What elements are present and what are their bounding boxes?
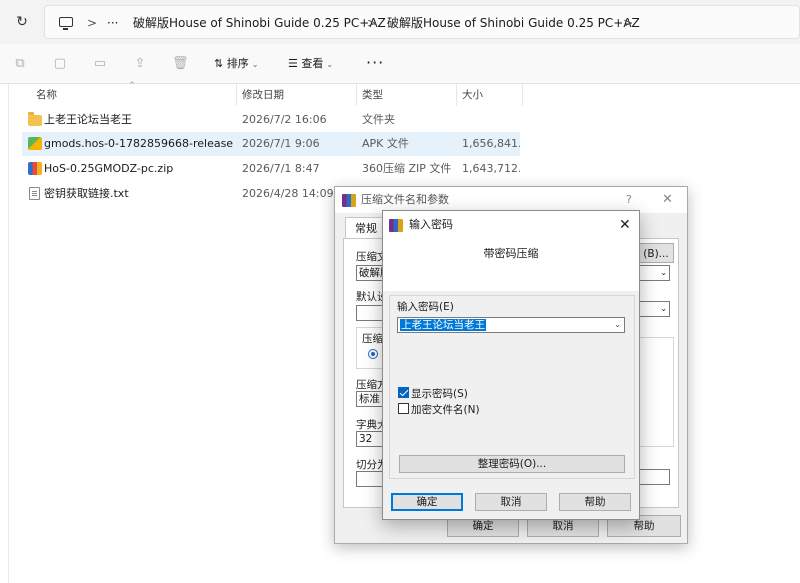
rename-icon[interactable]: ▭ [92, 56, 108, 72]
winrar-icon [389, 219, 403, 232]
file-row-selected[interactable]: gmods.hos-0-1782859668-release.apk 2026/… [22, 132, 520, 156]
file-size: 1,656,841... [462, 137, 520, 150]
column-separator[interactable] [236, 84, 237, 106]
chevron-down-icon: ⌄ [660, 304, 667, 313]
file-type: APK 文件 [362, 137, 409, 150]
format-radio[interactable] [368, 349, 378, 359]
file-row[interactable]: HoS-0.25GMODZ-pc.zip 2026/7/1 8:47 360压缩… [22, 157, 520, 181]
file-date: 2026/7/2 16:06 [242, 113, 327, 126]
file-size [462, 108, 520, 132]
encrypt-file-names-label[interactable]: 加密文件名(N) [411, 402, 480, 417]
update-mode-select[interactable]: ⌄ [638, 265, 670, 281]
chevron-down-icon: ⌄ [251, 60, 259, 69]
show-password-checkbox[interactable] [398, 387, 409, 398]
refresh-icon[interactable]: ↻ [14, 14, 30, 30]
navigation-pane-edge [8, 84, 9, 583]
password-dialog: 输入密码 ✕ 带密码压缩 输入密码(E) 上老王论坛当老王 ⌄ 显示密码(S) … [382, 210, 640, 520]
organize-passwords-button[interactable]: 整理密码(O)... [399, 455, 625, 473]
breadcrumb-separator: > [87, 16, 98, 30]
dialog-title-bar[interactable]: 输入密码 ✕ [383, 211, 639, 239]
options-select[interactable]: ⌄ [638, 301, 670, 317]
close-icon[interactable]: ✕ [662, 187, 673, 213]
file-type: 360压缩 ZIP 文件 [362, 162, 452, 175]
breadcrumb-overflow[interactable]: ··· [107, 6, 118, 40]
dialog-subtitle: 带密码压缩 [383, 239, 639, 291]
text-file-icon [29, 187, 40, 200]
file-name: gmods.hos-0-1782859668-release.apk [44, 137, 234, 150]
file-date: 2026/7/1 8:47 [242, 162, 320, 175]
chevron-down-icon: ⌄ [326, 60, 334, 69]
column-separator[interactable] [456, 84, 457, 106]
sort-ascending-icon: ^ [129, 81, 135, 89]
apk-icon [28, 137, 42, 150]
browse-button[interactable]: (B)... [638, 243, 674, 263]
password-ok-button[interactable]: 确定 [391, 493, 463, 511]
file-type: 文件夹 [362, 113, 395, 126]
view-icon: ☰ [288, 57, 302, 70]
file-row[interactable]: 上老王论坛当老王 2026/7/2 16:06 文件夹 [22, 108, 520, 132]
column-header-type[interactable]: 类型 [362, 84, 383, 106]
zip-icon [28, 162, 42, 175]
sort-button[interactable]: ⇅ 排序 ⌄ [214, 55, 258, 73]
file-name: HoS-0.25GMODZ-pc.zip [44, 162, 174, 175]
file-date: 2026/7/1 9:06 [242, 137, 320, 150]
password-cancel-button[interactable]: 取消 [475, 493, 547, 511]
more-options-button[interactable]: ··· [366, 53, 384, 72]
close-icon[interactable]: ✕ [619, 211, 631, 239]
folder-icon [28, 112, 42, 126]
column-separator[interactable] [522, 84, 523, 106]
sort-label: 排序 [226, 57, 249, 70]
file-date: 2026/4/28 14:09 [242, 187, 334, 200]
view-label: 查看 [301, 57, 324, 70]
share-icon[interactable]: ⇪ [132, 56, 148, 72]
winrar-icon [342, 194, 356, 207]
computer-icon[interactable] [59, 17, 73, 30]
options-group [638, 337, 674, 447]
breadcrumb-item-2[interactable]: 破解版House of Shinobi Guide 0.25 PC+AZ [387, 6, 640, 40]
delete-icon[interactable]: 🗑 [172, 56, 189, 72]
file-name: 上老王论坛当老王 [44, 113, 132, 126]
command-bar: ⧉ ▢ ▭ ⇪ 🗑 ⇅ 排序 ⌄ ☰ 查看 ⌄ ··· [0, 44, 800, 84]
chevron-down-icon: ⌄ [660, 268, 667, 277]
column-header-date[interactable]: 修改日期 [242, 84, 284, 106]
column-header-name[interactable]: 名称 [36, 84, 57, 106]
breadcrumb-item-1[interactable]: 破解版House of Shinobi Guide 0.25 PC+AZ [133, 6, 386, 40]
view-button[interactable]: ☰ 查看 ⌄ [288, 55, 333, 73]
sort-icon: ⇅ [214, 57, 227, 70]
column-separator[interactable] [356, 84, 357, 106]
password-label: 输入密码(E) [397, 301, 454, 313]
tab-general[interactable]: 常规 [345, 217, 387, 239]
password-help-button[interactable]: 帮助 [559, 493, 631, 511]
show-password-label[interactable]: 显示密码(S) [411, 386, 468, 401]
address-bar-area: ↻ > ··· 破解版House of Shinobi Guide 0.25 P… [0, 0, 800, 44]
command-field[interactable] [638, 469, 670, 485]
dialog-title: 输入密码 [409, 218, 453, 231]
copy-icon[interactable]: ⧉ [12, 56, 28, 72]
breadcrumb-separator: > [367, 16, 378, 30]
address-box[interactable]: > ··· 破解版House of Shinobi Guide 0.25 PC+… [44, 5, 800, 39]
format-label: 压缩 [362, 333, 383, 345]
password-value: 上老王论坛当老王 [400, 319, 486, 331]
encrypt-file-names-checkbox[interactable] [398, 403, 409, 414]
column-header-size[interactable]: 大小 [462, 84, 483, 106]
breadcrumb-expand[interactable]: > [623, 6, 633, 40]
chevron-down-icon[interactable]: ⌄ [614, 318, 621, 332]
file-size: 1,643,712... [462, 162, 520, 175]
paste-icon[interactable]: ▢ [52, 56, 68, 72]
file-name: 密钥获取链接.txt [44, 187, 129, 200]
password-combobox[interactable]: 上老王论坛当老王 ⌄ [397, 317, 625, 333]
